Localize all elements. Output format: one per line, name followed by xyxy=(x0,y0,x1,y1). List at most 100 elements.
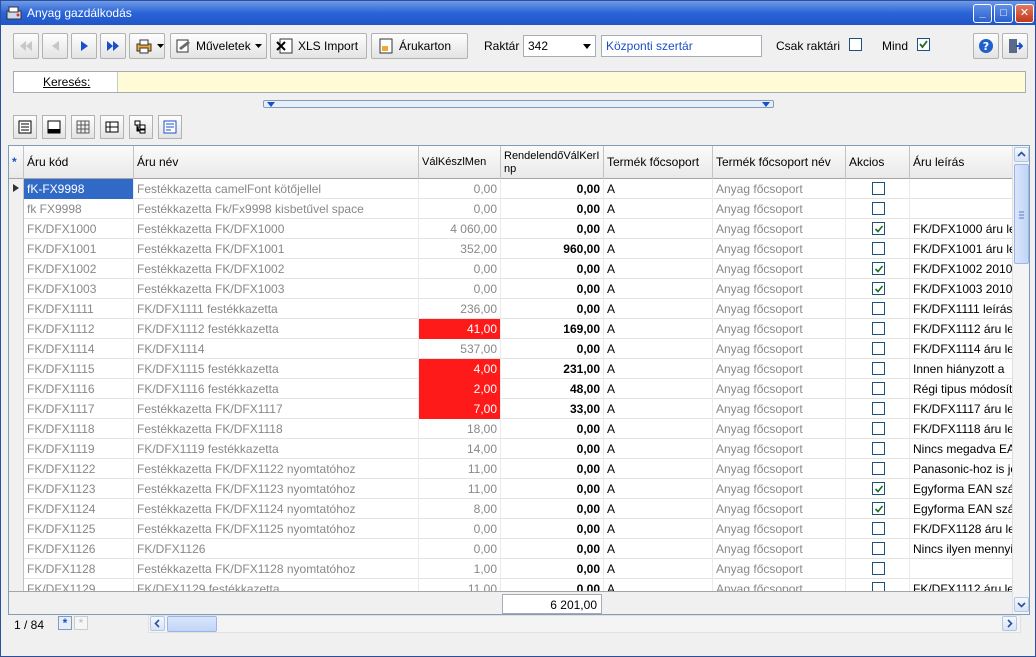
cell-group[interactable]: A xyxy=(604,359,713,379)
table-row[interactable]: FK/DFX1115 FK/DFX1115 festékkazetta 4,00 23… xyxy=(9,359,1013,379)
cell-stock[interactable]: 41,00 xyxy=(419,319,501,339)
cell-group[interactable]: A xyxy=(604,259,713,279)
cell-stock[interactable]: 0,00 xyxy=(419,539,501,559)
column-header-group-name[interactable]: Termék főcsoport név xyxy=(713,146,846,179)
cell-name[interactable]: Festékkazetta FK/DFX1118 xyxy=(134,419,419,439)
cell-name[interactable]: FK/DFX1129 festékkazetta xyxy=(134,579,419,591)
cell-name[interactable]: Festékkazetta FK/DFX1125 nyomtatóhoz xyxy=(134,519,419,539)
cell-name[interactable]: Festékkazetta Fk/Fx9998 kisbetűvel space xyxy=(134,199,419,219)
table-row[interactable]: FK/DFX1114 FK/DFX1114 537,00 0,00 A Anyag főc… xyxy=(9,339,1013,359)
cell-desc[interactable]: Innen hiányzott a xyxy=(910,359,1013,379)
promo-checkbox[interactable] xyxy=(872,382,885,395)
cell-code[interactable]: fk FX9998 xyxy=(24,199,134,219)
cell-stock[interactable]: 4 060,00 xyxy=(419,219,501,239)
horizontal-scrollbar[interactable] xyxy=(148,615,1021,633)
promo-checkbox[interactable] xyxy=(872,202,885,215)
row-indicator[interactable] xyxy=(9,459,24,479)
cell-desc[interactable]: FK/DFX1114 áru le xyxy=(910,339,1013,359)
cell-promo[interactable] xyxy=(846,299,910,319)
cell-stock[interactable]: 8,00 xyxy=(419,499,501,519)
view-grid-button[interactable] xyxy=(71,115,95,139)
cell-order[interactable]: 231,00 xyxy=(501,359,604,379)
table-row[interactable]: FK/DFX1126 FK/DFX1126 0,00 0,00 A Anyag főcso… xyxy=(9,539,1013,559)
minimize-button[interactable]: _ xyxy=(973,4,992,23)
cell-stock[interactable]: 18,00 xyxy=(419,419,501,439)
cell-code[interactable]: FK/DFX1111 xyxy=(24,299,134,319)
cell-promo[interactable] xyxy=(846,499,910,519)
cell-group[interactable]: A xyxy=(604,399,713,419)
promo-checkbox[interactable] xyxy=(872,262,885,275)
cell-stock[interactable]: 7,00 xyxy=(419,399,501,419)
cell-group[interactable]: A xyxy=(604,519,713,539)
promo-checkbox[interactable] xyxy=(872,342,885,355)
promo-checkbox[interactable] xyxy=(872,462,885,475)
cell-desc[interactable] xyxy=(910,559,1013,579)
column-header-code[interactable]: Áru kód xyxy=(24,146,134,179)
cell-promo[interactable] xyxy=(846,559,910,579)
cell-name[interactable]: FK/DFX1119 festékkazetta xyxy=(134,439,419,459)
help-button[interactable]: ? xyxy=(973,33,999,59)
exit-button[interactable] xyxy=(1002,33,1028,59)
promo-checkbox[interactable] xyxy=(872,562,885,575)
row-indicator[interactable] xyxy=(9,199,24,219)
cell-promo[interactable] xyxy=(846,319,910,339)
cell-group-name[interactable]: Anyag főcsoport xyxy=(713,319,846,339)
cell-group[interactable]: A xyxy=(604,299,713,319)
scroll-left-button[interactable] xyxy=(150,616,165,631)
scroll-right-button[interactable] xyxy=(1002,616,1017,631)
cell-code[interactable]: FK/DFX1126 xyxy=(24,539,134,559)
table-row[interactable]: FK/DFX1118 Festékkazetta FK/DFX1118 18,00 0… xyxy=(9,419,1013,439)
cell-group-name[interactable]: Anyag főcsoport xyxy=(713,279,846,299)
table-row[interactable]: FK/DFX1122 Festékkazetta FK/DFX1122 nyomt… xyxy=(9,459,1013,479)
cell-group-name[interactable]: Anyag főcsoport xyxy=(713,479,846,499)
cell-stock[interactable]: 11,00 xyxy=(419,479,501,499)
cell-desc[interactable] xyxy=(910,199,1013,219)
cell-order[interactable]: 0,00 xyxy=(501,259,604,279)
cell-group[interactable]: A xyxy=(604,319,713,339)
table-row[interactable]: FK/DFX1119 FK/DFX1119 festékkazetta 14,00 0… xyxy=(9,439,1013,459)
cell-order[interactable]: 0,00 xyxy=(501,279,604,299)
cell-group-name[interactable]: Anyag főcsoport xyxy=(713,379,846,399)
row-indicator[interactable] xyxy=(9,279,24,299)
cell-name[interactable]: Festékkazetta FK/DFX1124 nyomtatóhoz xyxy=(134,499,419,519)
cell-desc[interactable]: FK/DFX1003 2010. xyxy=(910,279,1013,299)
cell-name[interactable]: Festékkazetta FK/DFX1003 xyxy=(134,279,419,299)
promo-checkbox[interactable] xyxy=(872,282,885,295)
cell-desc[interactable]: FK/DFX1000 áru le xyxy=(910,219,1013,239)
promo-checkbox[interactable] xyxy=(872,302,885,315)
cell-promo[interactable] xyxy=(846,399,910,419)
h-scroll-thumb[interactable] xyxy=(167,616,217,632)
table-row[interactable]: FK/DFX1003 Festékkazetta FK/DFX1003 0,00 0,… xyxy=(9,279,1013,299)
cell-name[interactable]: Festékkazetta FK/DFX1128 nyomtatóhoz xyxy=(134,559,419,579)
promo-checkbox[interactable] xyxy=(872,502,885,515)
cell-promo[interactable] xyxy=(846,579,910,591)
row-indicator[interactable] xyxy=(9,259,24,279)
cell-promo[interactable] xyxy=(846,439,910,459)
column-header-desc[interactable]: Áru leírás xyxy=(910,146,1013,179)
cell-code[interactable]: FK/DFX1114 xyxy=(24,339,134,359)
new-record-button[interactable]: * xyxy=(58,616,72,630)
cell-group-name[interactable]: Anyag főcsoport xyxy=(713,559,846,579)
new-record-disabled-button[interactable]: * xyxy=(74,616,88,630)
cell-stock[interactable]: 4,00 xyxy=(419,359,501,379)
cell-name[interactable]: Festékkazetta FK/DFX1000 xyxy=(134,219,419,239)
cell-promo[interactable] xyxy=(846,459,910,479)
cell-promo[interactable] xyxy=(846,359,910,379)
cell-order[interactable]: 169,00 xyxy=(501,319,604,339)
cell-order[interactable]: 0,00 xyxy=(501,439,604,459)
promo-checkbox[interactable] xyxy=(872,242,885,255)
cell-group-name[interactable]: Anyag főcsoport xyxy=(713,199,846,219)
cell-order[interactable]: 0,00 xyxy=(501,579,604,591)
cell-code[interactable]: FK/DFX1125 xyxy=(24,519,134,539)
row-indicator[interactable] xyxy=(9,399,24,419)
promo-checkbox[interactable] xyxy=(872,542,885,555)
xls-import-button[interactable]: XLS Import xyxy=(270,33,367,59)
cell-code[interactable]: FK/DFX1001 xyxy=(24,239,134,259)
cell-group[interactable]: A xyxy=(604,579,713,591)
cell-stock[interactable]: 0,00 xyxy=(419,179,501,199)
cell-stock[interactable]: 11,00 xyxy=(419,459,501,479)
operations-menu-button[interactable]: Műveletek xyxy=(170,33,267,59)
cell-code[interactable]: FK/DFX1123 xyxy=(24,479,134,499)
cell-code[interactable]: FK/DFX1117 xyxy=(24,399,134,419)
vertical-scrollbar[interactable] xyxy=(1012,146,1029,614)
